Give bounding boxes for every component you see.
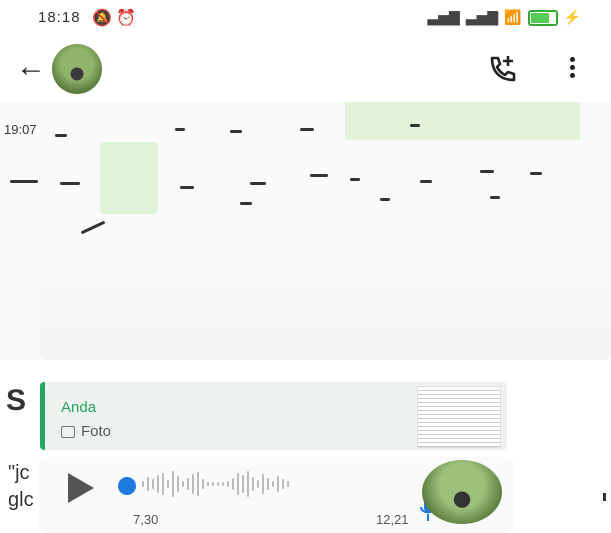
waveform-bar xyxy=(172,471,174,497)
edge-mark xyxy=(603,493,606,501)
image-noise xyxy=(250,182,266,185)
image-noise xyxy=(240,202,252,205)
image-noise xyxy=(380,198,390,201)
waveform-bar xyxy=(207,482,209,486)
wifi-icon: 📶 xyxy=(504,9,522,25)
waveform-bar xyxy=(282,479,284,489)
image-noise xyxy=(530,172,542,175)
image-noise xyxy=(175,128,185,131)
waveform-bar xyxy=(262,474,264,494)
waveform-bar xyxy=(287,481,289,487)
status-time: 18:18 xyxy=(38,9,81,26)
image-noise xyxy=(80,220,106,235)
image-noise xyxy=(480,170,494,173)
reply-type: Foto xyxy=(61,423,111,440)
alarm-icon: ⏰ xyxy=(116,10,137,27)
sender-avatar[interactable] xyxy=(422,460,502,524)
battery-icon xyxy=(527,9,558,26)
reply-thumbnail xyxy=(417,386,501,448)
audio-position: 7,30 xyxy=(133,512,159,527)
waveform-bar xyxy=(162,473,164,495)
image-noise xyxy=(10,180,38,183)
waveform-bar xyxy=(242,475,244,493)
audio-waveform[interactable] xyxy=(142,469,392,499)
waveform-bar xyxy=(197,472,199,496)
waveform-bar xyxy=(192,474,194,494)
reply-quote[interactable]: Anda Foto xyxy=(40,382,507,450)
waveform-bar xyxy=(247,471,249,497)
image-noise xyxy=(230,130,242,133)
image-noise xyxy=(420,180,432,183)
waveform-bar xyxy=(222,482,224,486)
reply-type-label: Foto xyxy=(81,423,112,440)
status-bar: 18:18 🔕 ⏰ ▃▅▇ ▃▅▇ 📶 ⚡ xyxy=(0,0,611,36)
waveform-bar xyxy=(232,478,234,490)
chat-header: ← xyxy=(0,40,611,100)
contact-avatar[interactable] xyxy=(52,44,102,94)
waveform-bar xyxy=(167,480,169,488)
add-call-icon[interactable] xyxy=(486,52,520,86)
photo-icon xyxy=(61,425,75,438)
partial-text-line: glc xyxy=(8,489,34,511)
waveform-bar xyxy=(257,480,259,488)
waveform-bar xyxy=(182,481,184,487)
back-arrow-icon[interactable]: ← xyxy=(16,52,46,82)
more-options-icon[interactable] xyxy=(562,54,582,84)
mute-icon: 🔕 xyxy=(92,10,112,27)
media-message[interactable]: 19:07 xyxy=(0,102,611,360)
signal-icon: ▃▅▇ xyxy=(427,9,460,25)
contact-name[interactable] xyxy=(115,58,455,78)
waveform-bar xyxy=(152,479,154,489)
audio-duration: 12,21 xyxy=(376,512,409,527)
waveform-bar xyxy=(217,482,219,486)
media-fade xyxy=(40,252,611,360)
waveform-bar xyxy=(212,482,214,486)
waveform-bar xyxy=(187,478,189,490)
image-noise xyxy=(55,134,67,137)
waveform-bar xyxy=(147,477,149,491)
image-noise xyxy=(310,174,328,177)
charging-icon: ⚡ xyxy=(563,9,581,25)
image-noise xyxy=(490,196,500,199)
status-right-icons: ▃▅▇ ▃▅▇ 📶 ⚡ xyxy=(427,9,581,26)
partial-heading: S xyxy=(6,384,27,417)
waveform-bar xyxy=(227,481,229,487)
image-noise xyxy=(410,124,420,127)
message-time: 19:07 xyxy=(4,122,37,137)
waveform-bar xyxy=(252,477,254,491)
waveform-bar xyxy=(267,478,269,490)
waveform-bar xyxy=(142,481,144,487)
reply-sender: Anda xyxy=(61,399,97,416)
audio-progress-handle[interactable] xyxy=(118,477,136,495)
message-highlight xyxy=(100,142,158,214)
image-noise xyxy=(300,128,314,131)
waveform-bar xyxy=(157,475,159,493)
message-highlight xyxy=(345,102,580,140)
status-left-icons: 🔕 ⏰ xyxy=(92,8,136,28)
waveform-bar xyxy=(177,476,179,492)
waveform-bar xyxy=(202,479,204,489)
partial-text-line: "jc xyxy=(8,462,30,484)
waveform-bar xyxy=(237,473,239,495)
image-noise xyxy=(180,186,194,189)
play-icon[interactable] xyxy=(68,473,94,503)
waveform-bar xyxy=(272,481,274,487)
image-noise xyxy=(60,182,80,185)
signal-icon: ▃▅▇ xyxy=(465,9,499,25)
image-noise xyxy=(350,178,360,181)
waveform-bar xyxy=(277,476,279,492)
